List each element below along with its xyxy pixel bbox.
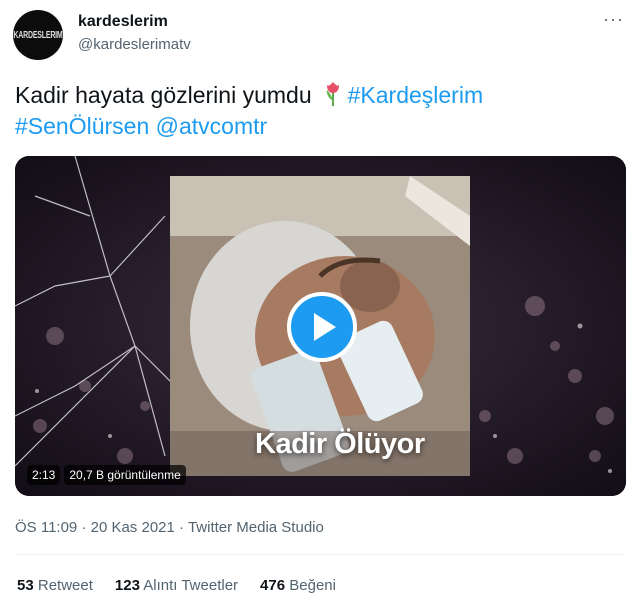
likes-count: 476: [260, 577, 286, 594]
tweet-stats: 53 Retweet 123 Alıntı Tweetler 476 Beğen…: [17, 577, 336, 594]
likes-stat[interactable]: 476 Beğeni: [260, 577, 336, 594]
author-display-name[interactable]: kardeslerim: [78, 13, 168, 31]
author-avatar[interactable]: KARDESLERIM: [13, 10, 63, 60]
likes-label: Beğeni: [289, 577, 336, 594]
hashtag-kardeslerim-link[interactable]: #Kardeşlerim: [348, 82, 484, 108]
author-handle[interactable]: @kardeslerimatv: [78, 36, 191, 53]
tweet-source[interactable]: Twitter Media Studio: [188, 519, 324, 536]
retweets-stat[interactable]: 53 Retweet: [17, 577, 93, 594]
tulip-icon: [326, 82, 339, 107]
meta-separator: ·: [81, 519, 91, 536]
more-horizontal-icon[interactable]: ···: [603, 10, 624, 28]
video-duration: 2:13: [27, 465, 61, 485]
meta-separator: ·: [179, 519, 188, 536]
quotes-label: Alıntı Tweetler: [143, 577, 239, 594]
hashtag-senolursen-link[interactable]: #SenÖlürsen: [15, 113, 149, 139]
tweet-meta: ÖS 11:09 · 20 Kas 2021 · Twitter Media S…: [15, 519, 324, 536]
video-overlay-title: Kadir Ölüyor: [255, 428, 425, 460]
tweet-time[interactable]: ÖS 11:09: [15, 519, 77, 536]
tweet-text: Kadir hayata gözlerini yumdu #Kardeşleri…: [15, 80, 615, 142]
retweets-label: Retweet: [37, 577, 93, 594]
retweets-count: 53: [17, 577, 34, 594]
mention-atvcomtr-link[interactable]: @atvcomtr: [156, 113, 268, 139]
play-icon: [314, 313, 336, 341]
video-view-count: 20,7 B görüntülenme: [64, 465, 186, 485]
divider: [15, 554, 626, 555]
tweet-body: Kadir hayata gözlerini yumdu: [15, 82, 312, 108]
video-player[interactable]: Kadir Ölüyor 2:13 20,7 B görüntülenme: [15, 156, 626, 496]
avatar-logo-text: KARDESLERIM: [13, 29, 63, 41]
quotes-stat[interactable]: 123 Alıntı Tweetler: [115, 577, 238, 594]
tweet-date[interactable]: 20 Kas 2021: [91, 519, 175, 536]
quotes-count: 123: [114, 577, 140, 594]
play-button[interactable]: [287, 292, 357, 362]
